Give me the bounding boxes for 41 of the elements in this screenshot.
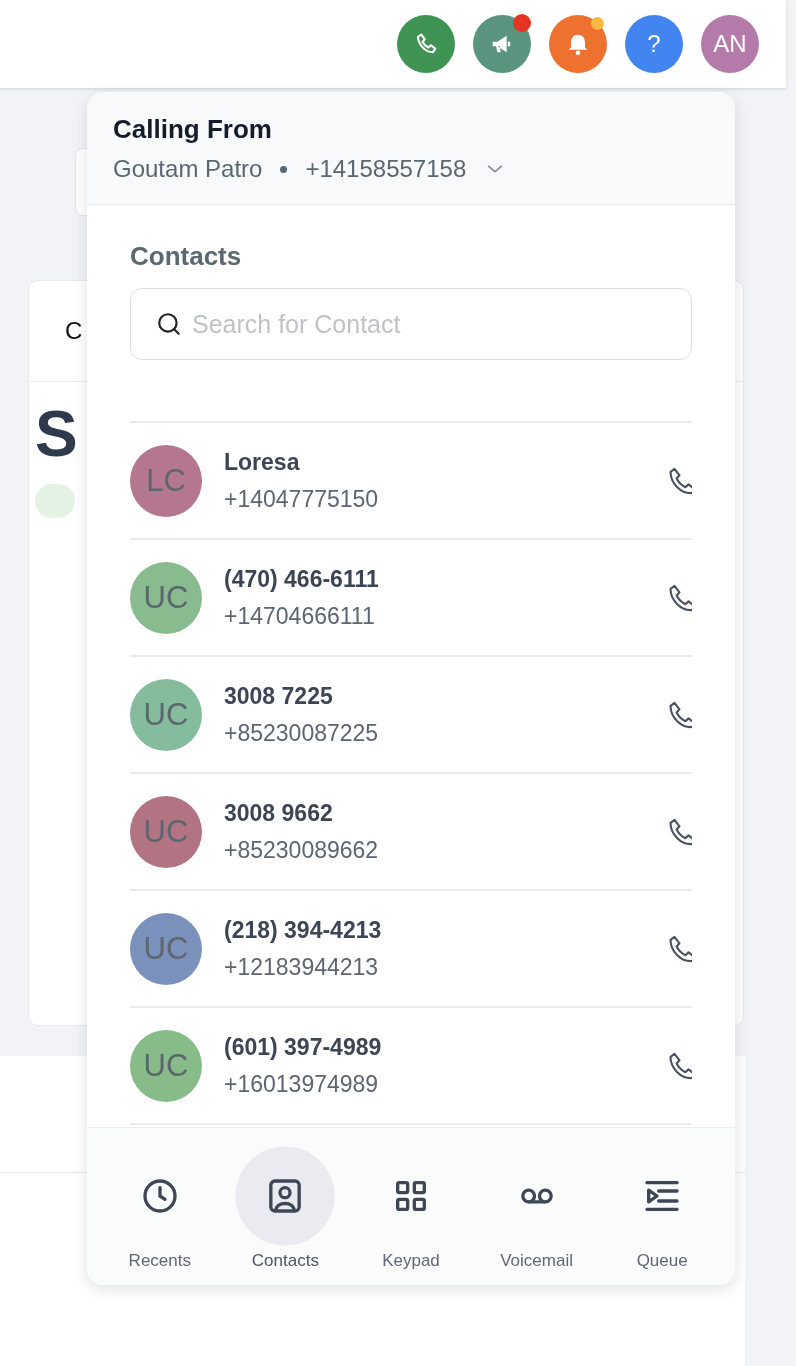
search-icon: [156, 311, 182, 337]
contact-name: 3008 9662: [224, 799, 334, 827]
contact-avatar: LC: [130, 444, 202, 517]
caller-selector[interactable]: Goutam Patro +14158557158: [113, 155, 507, 183]
contact-name: 3008 7225: [224, 682, 334, 710]
search-field[interactable]: Search for Contact: [130, 288, 692, 360]
contact-row[interactable]: UC 3008 7225 +85230087225: [130, 657, 692, 774]
card-title: C: [65, 317, 83, 345]
contact-avatar: UC: [130, 795, 202, 868]
contact-avatar: UC: [130, 561, 202, 634]
contact-row[interactable]: LC Loresa +14047775150: [130, 423, 692, 540]
contact-number: +14047775150: [224, 485, 380, 513]
phone-button[interactable]: [397, 15, 455, 73]
contact-number: +12183944213: [224, 953, 380, 981]
contact-row[interactable]: UC (218) 394-4213 +12183944213: [130, 891, 692, 1008]
contact-name: (470) 466-6111: [224, 565, 380, 593]
contact-row[interactable]: UC (601) 397-4989 +16013974989: [130, 1008, 692, 1125]
contact-number: +85230089662: [224, 836, 380, 864]
contact-number: +14704666111: [224, 602, 376, 630]
contact-avatar: UC: [130, 1029, 202, 1102]
status-pill: [35, 484, 75, 518]
contact-name: (218) 394-4213: [224, 916, 383, 944]
contact-number: +85230087225: [224, 719, 380, 747]
section-heading: Contacts: [130, 241, 243, 272]
bell-button[interactable]: [549, 15, 607, 73]
contact-name: Loresa: [224, 448, 301, 476]
nav-tab[interactable]: Voicemail: [481, 1128, 592, 1271]
popup-title: Calling From: [113, 114, 273, 145]
contact-row[interactable]: UC (470) 466-6111 +14704666111: [130, 540, 692, 657]
separator-dot: [280, 165, 288, 173]
help-button[interactable]: ?: [625, 15, 683, 73]
contact-name: (601) 397-4989: [224, 1033, 383, 1061]
nav-tab[interactable]: Keypad: [356, 1128, 466, 1271]
nav-tab[interactable]: Recents: [104, 1128, 215, 1271]
heading: S: [35, 398, 78, 470]
contact-row[interactable]: UC 3008 9662 +85230089662: [130, 774, 692, 891]
contact-avatar: UC: [130, 912, 202, 985]
contact-number: +16013974989: [224, 1070, 380, 1098]
nav-tab[interactable]: Queue: [607, 1128, 718, 1271]
contact-avatar: UC: [130, 678, 202, 751]
megaphone-button[interactable]: [473, 15, 531, 73]
